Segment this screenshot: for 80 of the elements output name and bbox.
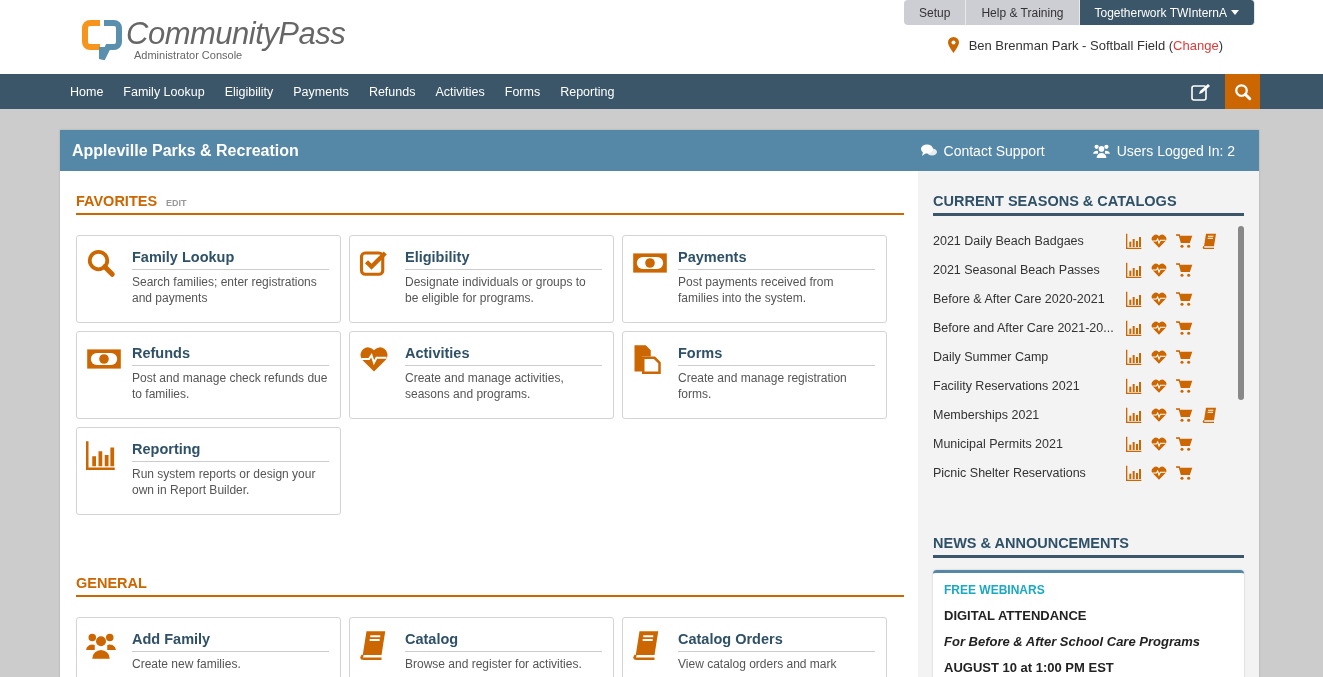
card-description: Post payments received from families into the system. — [678, 274, 835, 306]
checkbox-icon — [359, 248, 389, 278]
card-title: Activities — [405, 344, 602, 366]
bar-chart-icon — [86, 440, 116, 470]
nav-link[interactable]: Eligibility — [214, 84, 284, 99]
news-headline: DIGITAL ATTENDANCE — [944, 608, 1088, 623]
documents-icon — [632, 344, 662, 374]
card-description: Search families; enter registrations and payments — [132, 274, 318, 306]
logo-subtitle: Administrator Console — [134, 49, 243, 61]
shortcut-card[interactable]: Eligibility Designate individuals or groups to be eligible for programs. — [349, 235, 614, 323]
news-subtitle: For Before & After School Care Programs — [944, 634, 1201, 649]
card-title: Catalog — [405, 630, 602, 652]
shortcut-card[interactable]: Refunds Post and manage check refunds due to families. — [76, 331, 341, 419]
card-title: Eligibility — [405, 248, 602, 270]
change-link[interactable]: Change — [1173, 37, 1219, 53]
section-title: CURRENT SEASONS & CATALOGS — [933, 171, 1244, 216]
shortcut-card[interactable]: Reporting Run system reports or design your own in Report Builder. — [76, 427, 341, 515]
nav-link[interactable]: Forms — [494, 84, 551, 99]
contact-support-link[interactable]: Contact Support — [920, 142, 1045, 159]
search-icon — [1233, 82, 1252, 101]
account-tab[interactable]: Help & Training — [966, 0, 1080, 25]
logo[interactable]: CommunityPass Administrator Console — [82, 0, 346, 74]
card-description: Run system reports or design your own in Report Builder. — [132, 466, 317, 498]
chat-icon — [920, 144, 937, 157]
season-link[interactable]: Memberships 2021 — [933, 407, 1126, 422]
search-button[interactable] — [1225, 74, 1260, 109]
users-logged-in: Users Logged In: 2 — [1092, 142, 1235, 159]
card-description: View catalog orders and mark — [678, 656, 838, 672]
card-title: Family Lookup — [132, 248, 329, 270]
season-link[interactable]: Picnic Shelter Reservations — [933, 465, 1126, 480]
shortcut-card[interactable]: Payments Post payments received from families into the system. — [622, 235, 887, 323]
speech-bubbles-icon — [82, 17, 122, 63]
card-title: Refunds — [132, 344, 329, 366]
scrollbar[interactable] — [1238, 226, 1244, 400]
card-description: Post and manage check refunds due to families. — [132, 370, 329, 402]
section-title: FAVORITES — [76, 193, 158, 209]
card-description: Browse and register for activities. — [405, 656, 583, 672]
shortcut-card[interactable]: Activities Create and manage activities, seasons and programs. — [349, 331, 614, 419]
news-label: FREE WEBINARS — [944, 583, 1046, 597]
shortcut-card[interactable]: Add Family Create new families. — [76, 617, 341, 677]
users-icon — [1092, 143, 1110, 158]
card-description: Designate individuals or groups to be eligible for programs. — [405, 274, 587, 306]
shortcut-card[interactable]: Forms Create and manage registration forms. — [622, 331, 887, 419]
card-title: Reporting — [132, 440, 329, 462]
map-pin-icon — [947, 37, 959, 53]
shortcut-card[interactable]: Catalog Orders View catalog orders and mark — [622, 617, 887, 677]
season-link[interactable]: Before & After Care 2020-2021 — [933, 291, 1126, 306]
section-title: GENERAL — [76, 575, 147, 591]
nav-link[interactable]: Family Lookup — [113, 84, 215, 99]
nav-link[interactable]: Refunds — [358, 84, 426, 99]
card-title: Forms — [678, 344, 875, 366]
organization-title: Appleville Parks & Recreation — [72, 141, 299, 160]
heartbeat-icon — [359, 344, 389, 374]
card-description: Create and manage registration forms. — [678, 370, 848, 402]
season-link[interactable]: Municipal Permits 2021 — [933, 436, 1126, 451]
shortcut-card[interactable]: Catalog Browse and register for activities. — [349, 617, 614, 677]
nav-link[interactable]: Reporting — [550, 84, 625, 99]
shortcut-card[interactable]: Family Lookup Search families; enter registrations and payments — [76, 235, 341, 323]
season-link[interactable]: Daily Summer Camp — [933, 349, 1126, 364]
nav-link[interactable]: Home — [60, 84, 114, 99]
account-tab[interactable]: Setup — [904, 0, 967, 25]
card-description: Create and manage activities, seasons and programs. — [405, 370, 565, 402]
search-icon — [86, 248, 116, 278]
nav-link[interactable]: Payments — [283, 84, 359, 99]
logo-name: CommunityPass — [126, 19, 346, 49]
card-title: Catalog Orders — [678, 630, 875, 652]
season-link[interactable]: Before and After Care 2021-20... — [933, 320, 1126, 335]
card-title: Add Family — [132, 630, 329, 652]
season-link[interactable]: 2021 Seasonal Beach Passes — [933, 262, 1126, 277]
season-link[interactable]: Facility Reservations 2021 — [933, 378, 1126, 393]
news-date: AUGUST 10 at 1:00 PM EST — [944, 660, 1115, 675]
edit-icon[interactable] — [1191, 82, 1211, 101]
card-description: Create new families. — [132, 656, 242, 672]
nav-link[interactable]: Activities — [425, 84, 495, 99]
location-text: Ben Brenman Park - Softball Field (Change) — [968, 37, 1223, 53]
section-title: NEWS & ANNOUNCEMENTS — [933, 513, 1244, 558]
season-link[interactable]: 2021 Daily Beach Badgaes — [933, 233, 1126, 248]
card-title: Payments — [678, 248, 875, 270]
caret-icon — [1231, 10, 1239, 15]
account-tab[interactable]: Togetherwork TWInternA — [1079, 0, 1255, 25]
